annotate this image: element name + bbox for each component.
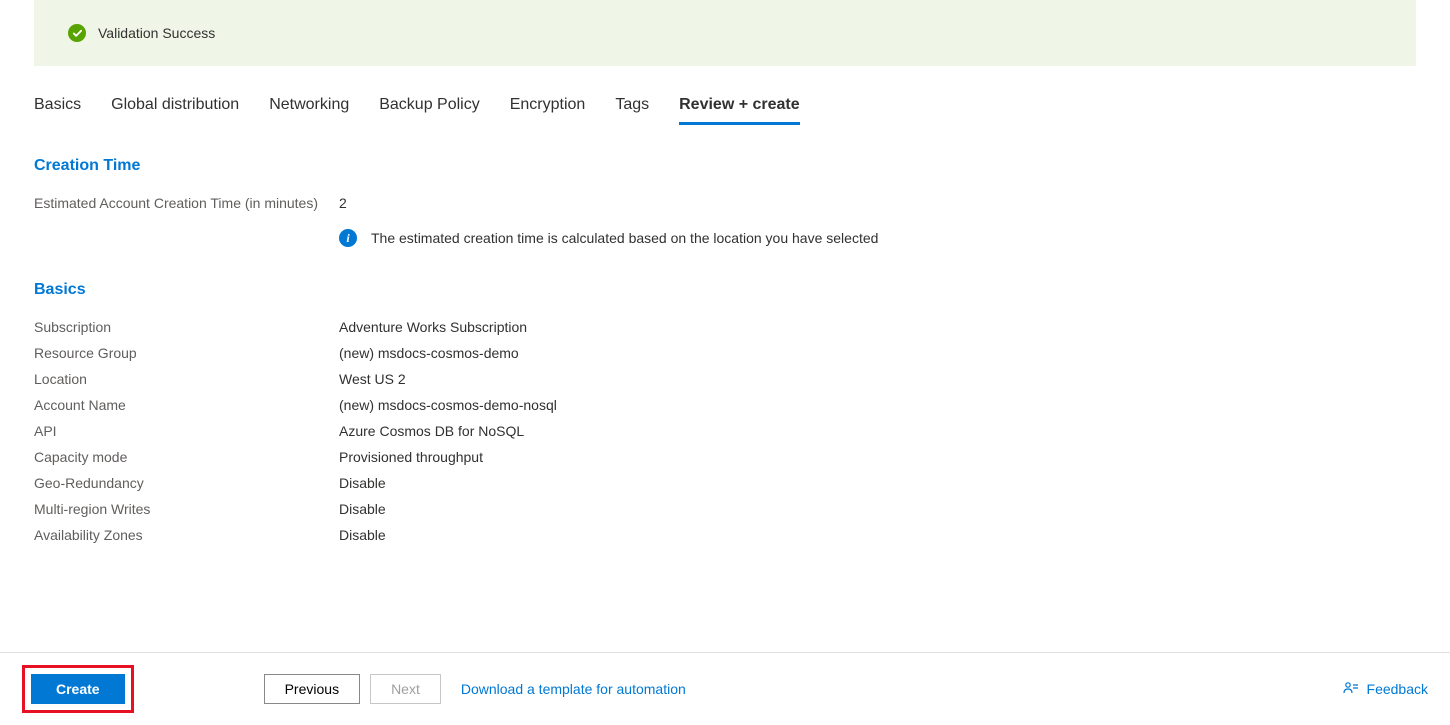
value-subscription: Adventure Works Subscription bbox=[339, 319, 527, 335]
value-availability-zones: Disable bbox=[339, 527, 386, 543]
next-button: Next bbox=[370, 674, 441, 704]
download-template-link[interactable]: Download a template for automation bbox=[461, 681, 686, 697]
feedback-label: Feedback bbox=[1367, 681, 1428, 697]
tab-bar: Basics Global distribution Networking Ba… bbox=[0, 66, 1450, 125]
label-resource-group: Resource Group bbox=[34, 345, 339, 361]
tab-tags[interactable]: Tags bbox=[615, 96, 649, 125]
value-location: West US 2 bbox=[339, 371, 406, 387]
label-api: API bbox=[34, 423, 339, 439]
tab-encryption[interactable]: Encryption bbox=[510, 96, 586, 125]
label-account-name: Account Name bbox=[34, 397, 339, 413]
tab-backup-policy[interactable]: Backup Policy bbox=[379, 96, 480, 125]
validation-banner: Validation Success bbox=[34, 0, 1416, 66]
previous-button[interactable]: Previous bbox=[264, 674, 360, 704]
success-check-icon bbox=[68, 24, 86, 42]
info-text-creation-time: The estimated creation time is calculate… bbox=[371, 230, 878, 246]
value-capacity-mode: Provisioned throughput bbox=[339, 449, 483, 465]
label-subscription: Subscription bbox=[34, 319, 339, 335]
feedback-icon bbox=[1343, 681, 1359, 697]
tab-review-create[interactable]: Review + create bbox=[679, 96, 800, 125]
label-location: Location bbox=[34, 371, 339, 387]
section-heading-basics: Basics bbox=[34, 281, 1416, 299]
value-multi-region-writes: Disable bbox=[339, 501, 386, 517]
label-estimated-creation-time: Estimated Account Creation Time (in minu… bbox=[34, 195, 339, 211]
label-capacity-mode: Capacity mode bbox=[34, 449, 339, 465]
footer-bar: Create Previous Next Download a template… bbox=[0, 652, 1450, 725]
tab-networking[interactable]: Networking bbox=[269, 96, 349, 125]
tab-global-distribution[interactable]: Global distribution bbox=[111, 96, 239, 125]
label-multi-region-writes: Multi-region Writes bbox=[34, 501, 339, 517]
value-geo-redundancy: Disable bbox=[339, 475, 386, 491]
info-icon: i bbox=[339, 229, 357, 247]
create-button-highlight: Create bbox=[22, 665, 134, 713]
feedback-link[interactable]: Feedback bbox=[1343, 681, 1428, 697]
label-geo-redundancy: Geo-Redundancy bbox=[34, 475, 339, 491]
value-api: Azure Cosmos DB for NoSQL bbox=[339, 423, 524, 439]
value-estimated-creation-time: 2 bbox=[339, 195, 347, 211]
create-button[interactable]: Create bbox=[31, 674, 125, 704]
validation-message: Validation Success bbox=[98, 25, 215, 41]
value-account-name: (new) msdocs-cosmos-demo-nosql bbox=[339, 397, 557, 413]
section-heading-creation-time: Creation Time bbox=[34, 157, 1416, 175]
tab-basics[interactable]: Basics bbox=[34, 96, 81, 125]
label-availability-zones: Availability Zones bbox=[34, 527, 339, 543]
value-resource-group: (new) msdocs-cosmos-demo bbox=[339, 345, 519, 361]
